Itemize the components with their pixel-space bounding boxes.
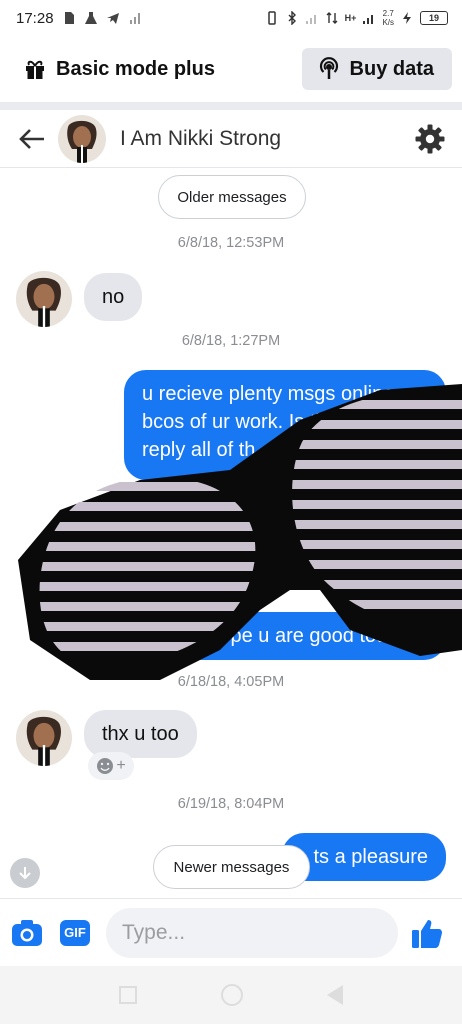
back-button[interactable]	[18, 124, 48, 154]
camera-icon[interactable]	[10, 916, 44, 950]
thumbs-up-icon[interactable]	[410, 916, 444, 950]
flask-icon	[84, 12, 97, 24]
back-arrow-icon	[19, 128, 44, 149]
sender-avatar[interactable]	[16, 710, 72, 766]
signal-icon	[305, 15, 316, 24]
broadcast-icon	[319, 57, 338, 79]
timestamp: 3AM	[230, 575, 260, 591]
mode-title-label: Basic mode plus	[56, 57, 215, 80]
file-icon	[64, 12, 74, 24]
net-speed-unit: K/s	[382, 18, 394, 27]
gif-button[interactable]: GIF	[60, 919, 90, 946]
timestamp: 6/8/18, 12:53PM	[177, 235, 285, 251]
message-bubble-out[interactable]: u recieve plenty msgs online bcos of ur …	[124, 370, 446, 480]
home-button[interactable]	[221, 984, 243, 1006]
reaction-add: +	[116, 757, 126, 774]
message-line: bcos of ur work. Is th	[142, 411, 327, 433]
charging-icon	[403, 12, 411, 24]
avatar-photo	[16, 710, 72, 766]
chat-header: I Am Nikki Strong	[0, 110, 462, 168]
telegram-icon	[106, 13, 119, 24]
buy-data-label: Buy data	[349, 57, 434, 80]
battery-indicator: 19	[420, 11, 448, 25]
contact-avatar[interactable]	[58, 114, 106, 163]
section-divider	[0, 102, 462, 110]
newer-messages-button[interactable]: Newer messages	[153, 845, 310, 889]
android-nav-bar	[0, 966, 462, 1024]
arrow-down-icon	[19, 867, 31, 880]
avatar-photo	[16, 271, 72, 327]
buy-data-button[interactable]: Buy data	[301, 48, 452, 90]
recents-button[interactable]	[119, 986, 137, 1004]
nav-back-button[interactable]	[327, 985, 343, 1005]
status-left: 17:28	[16, 10, 142, 27]
data-arrows-icon	[326, 12, 338, 24]
reaction-button[interactable]: +	[88, 752, 134, 780]
message-input-wrapper	[106, 907, 398, 958]
message-composer: GIF	[0, 898, 462, 966]
message-line: reply all of th	[142, 439, 256, 461]
timestamp: 6/8/18, 1:27PM	[181, 333, 281, 349]
gift-icon	[26, 60, 44, 79]
status-right: H+ 2.7 K/s 19	[265, 9, 448, 27]
contact-name[interactable]: I Am Nikki Strong	[120, 127, 414, 151]
net-speed-value: 2.7	[382, 9, 394, 18]
net-speed: 2.7 K/s	[382, 9, 394, 27]
no-signal-icon	[129, 13, 140, 24]
message-bubble-in[interactable]: thx u too	[84, 710, 197, 758]
status-bar: 17:28 H+ 2.7 K/s 19	[0, 0, 462, 36]
timestamp: 6/19/18, 8:04PM	[177, 796, 285, 812]
network-type: H+	[344, 13, 357, 23]
basic-mode-title[interactable]: Basic mode plus	[24, 58, 215, 81]
message-bubble-out[interactable]: p, hope u are good today	[160, 612, 446, 660]
timestamp: 6/18/18, 4:05PM	[177, 674, 285, 690]
smiley-icon	[97, 758, 114, 774]
older-messages-button[interactable]: Older messages	[158, 175, 306, 219]
vibrate-icon	[267, 11, 276, 25]
signal-full-icon	[363, 15, 374, 24]
sender-avatar[interactable]	[16, 271, 72, 327]
gear-icon[interactable]	[414, 123, 446, 155]
avatar-photo	[58, 114, 106, 163]
mode-bar: Basic mode plus Buy data	[0, 36, 462, 102]
message-line: u recieve plenty msgs online	[142, 383, 395, 405]
status-time: 17:28	[16, 9, 54, 27]
bluetooth-icon	[288, 11, 296, 25]
scroll-down-button[interactable]	[10, 858, 40, 888]
message-input[interactable]	[122, 920, 393, 945]
message-bubble-in[interactable]: no	[84, 273, 143, 321]
